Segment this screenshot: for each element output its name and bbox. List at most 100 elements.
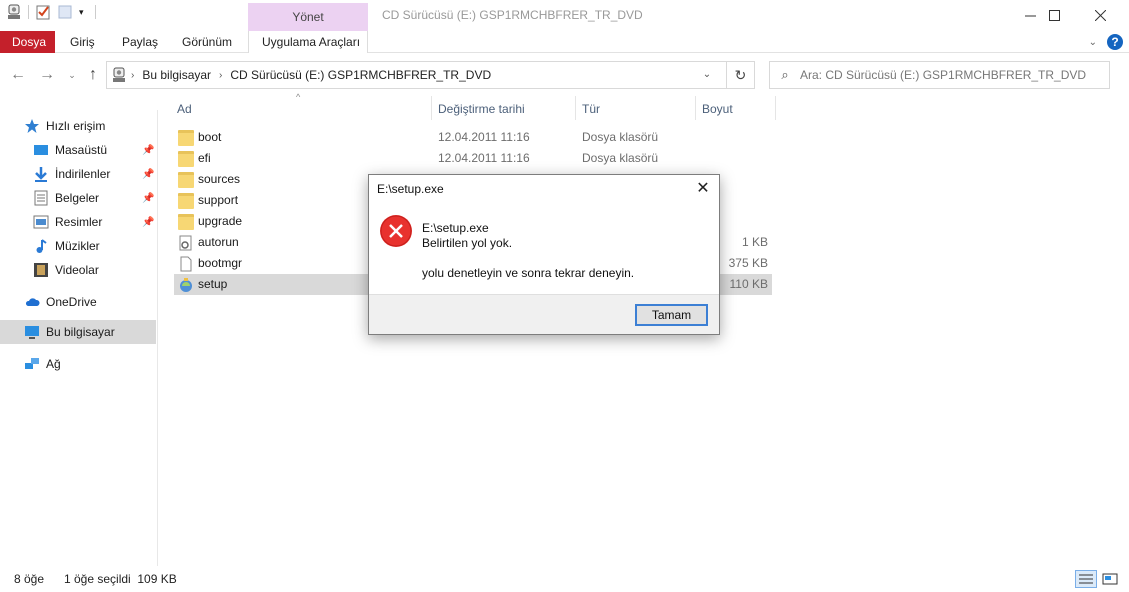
file-name: efi	[198, 151, 211, 165]
tab-view[interactable]: Görünüm	[170, 31, 244, 53]
maximize-icon[interactable]	[1031, 0, 1077, 30]
tab-share[interactable]: Paylaş	[110, 31, 170, 53]
sidebar-item-label: Belgeler	[55, 191, 100, 205]
pin-icon[interactable]: 📌	[142, 169, 154, 180]
drive-properties-icon[interactable]	[6, 4, 22, 20]
file-date: 12.04.2011 11:16	[438, 151, 530, 165]
tab-application-tools[interactable]: Uygulama Araçları	[248, 31, 368, 53]
ok-button[interactable]: Tamam	[635, 304, 708, 326]
file-type: Dosya klasörü	[582, 151, 659, 165]
dialog-hint: yolu denetleyin ve sonra tekrar deneyin.	[422, 266, 635, 280]
file-name: support	[198, 193, 239, 207]
sidebar-item-label: Müzikler	[55, 239, 100, 253]
file-type: Dosya klasörü	[582, 130, 659, 144]
breadcrumb-cd-drive[interactable]: CD Sürücüsü (E:) GSP1RMCHBFRER_TR_DVD	[226, 68, 495, 82]
file-size: 1 KB	[741, 235, 768, 249]
close-icon[interactable]: ✕	[687, 175, 719, 203]
tab-file[interactable]: Dosya	[0, 31, 55, 53]
dialog-footer: Tamam	[369, 294, 719, 334]
pin-icon[interactable]: 📌	[142, 217, 154, 228]
sidebar-item-videos[interactable]: Videolar	[0, 258, 156, 282]
folder-icon	[178, 193, 194, 209]
file-name: setup	[198, 277, 228, 291]
column-header-name[interactable]: Ad	[177, 96, 192, 122]
breadcrumb-chevron-icon[interactable]: ›	[127, 70, 138, 81]
file-date: 12.04.2011 11:16	[438, 130, 530, 144]
sidebar-item-label: OneDrive	[46, 295, 97, 309]
search-input[interactable]: ⌕ Ara: CD Sürücüsü (E:) GSP1RMCHBFRER_TR…	[769, 61, 1110, 89]
column-header-modified[interactable]: Değiştirme tarihi	[438, 96, 525, 122]
column-divider[interactable]	[575, 96, 576, 120]
tab-manage[interactable]: Yönet	[248, 3, 368, 31]
search-placeholder: Ara: CD Sürücüsü (E:) GSP1RMCHBFRER_TR_D…	[800, 68, 1087, 82]
column-header-size[interactable]: Boyut	[702, 96, 733, 122]
computer-icon	[111, 67, 127, 83]
sidebar-item-quick-access[interactable]: Hızlı erişim	[0, 114, 156, 138]
table-row[interactable]: efi 12.04.2011 11:16 Dosya klasörü	[174, 148, 772, 169]
cloud-icon	[24, 294, 40, 310]
ribbon-tabs: Dosya Giriş Paylaş Görünüm Uygulama Araç…	[0, 31, 1129, 53]
breadcrumb-chevron-icon[interactable]: ›	[215, 70, 226, 81]
file-size: 110 KB	[729, 277, 768, 291]
toolbar-divider	[95, 5, 96, 19]
documents-icon	[33, 190, 49, 206]
back-arrow-icon[interactable]: ←	[9, 65, 27, 85]
quick-access-toolbar: ▾	[6, 4, 96, 20]
column-header-type[interactable]: Tür	[582, 96, 600, 122]
sidebar-item-desktop[interactable]: Masaüstü 📌	[0, 138, 156, 162]
sidebar-item-network[interactable]: Ağ	[0, 352, 156, 376]
large-icons-view-icon[interactable]	[1099, 570, 1121, 588]
file-name: sources	[198, 172, 241, 186]
title-bar: ▾ Yönet CD Sürücüsü (E:) GSP1RMCHBFRER_T…	[0, 0, 1129, 31]
file-name: boot	[198, 130, 222, 144]
column-divider[interactable]	[431, 96, 432, 120]
ribbon-controls: ⌄ ?	[1089, 34, 1123, 50]
help-icon[interactable]: ?	[1107, 34, 1123, 50]
sidebar-item-label: İndirilenler	[55, 167, 111, 181]
tab-home[interactable]: Giriş	[58, 31, 107, 53]
file-name: autorun	[198, 235, 239, 249]
pin-icon[interactable]: 📌	[142, 145, 154, 156]
window-title: CD Sürücüsü (E:) GSP1RMCHBFRER_TR_DVD	[382, 8, 643, 22]
desktop-icon	[33, 142, 49, 158]
table-row[interactable]: boot 12.04.2011 11:16 Dosya klasörü	[174, 127, 772, 148]
sidebar-item-documents[interactable]: Belgeler 📌	[0, 186, 156, 210]
refresh-icon[interactable]: ↻	[726, 62, 754, 88]
download-icon	[33, 166, 49, 182]
pin-icon[interactable]: 📌	[142, 193, 154, 204]
navigation-bar: ← → ⌄ ↑ › Bu bilgisayar › CD Sürücüsü (E…	[0, 60, 1129, 90]
sidebar-item-label: Masaüstü	[55, 143, 108, 157]
breadcrumb-this-pc[interactable]: Bu bilgisayar	[138, 68, 215, 82]
properties-check-icon[interactable]	[35, 4, 51, 20]
expand-ribbon-icon[interactable]: ⌄	[1089, 37, 1097, 48]
folder-icon	[178, 151, 194, 167]
error-icon	[380, 215, 412, 247]
sidebar-item-label: Hızlı erişim	[46, 119, 106, 133]
recent-locations-icon[interactable]: ⌄	[63, 65, 81, 85]
file-size: 375 KB	[728, 256, 768, 270]
close-icon[interactable]	[1077, 0, 1123, 30]
toolbar-divider	[28, 5, 29, 19]
dialog-path: E:\setup.exe	[422, 221, 489, 235]
details-view-icon[interactable]	[1075, 570, 1097, 588]
sidebar-item-music[interactable]: Müzikler	[0, 234, 156, 258]
column-divider[interactable]	[695, 96, 696, 120]
up-arrow-icon[interactable]: ↑	[84, 65, 102, 85]
sidebar-item-label: Ağ	[46, 357, 61, 371]
sort-ascending-icon: ^	[296, 92, 301, 102]
error-dialog: E:\setup.exe ✕ E:\setup.exe Belirtilen y…	[368, 174, 720, 335]
address-bar[interactable]: › Bu bilgisayar › CD Sürücüsü (E:) GSP1R…	[106, 61, 755, 89]
star-icon	[24, 118, 40, 134]
address-dropdown-icon[interactable]: ⌄	[694, 62, 720, 88]
new-folder-icon[interactable]	[57, 4, 73, 20]
sidebar-item-label: Bu bilgisayar	[46, 325, 115, 339]
sidebar-item-downloads[interactable]: İndirilenler 📌	[0, 162, 156, 186]
column-divider[interactable]	[775, 96, 776, 120]
sidebar-item-pictures[interactable]: Resimler 📌	[0, 210, 156, 234]
file-name: bootmgr	[198, 256, 243, 270]
customize-toolbar-icon[interactable]: ▾	[79, 4, 89, 20]
sidebar-item-onedrive[interactable]: OneDrive	[0, 290, 156, 314]
status-bar: 8 öğe 1 öğe seçildi 109 KB	[0, 566, 1129, 592]
sidebar-item-this-pc[interactable]: Bu bilgisayar	[0, 320, 156, 344]
forward-arrow-icon[interactable]: →	[38, 65, 56, 85]
